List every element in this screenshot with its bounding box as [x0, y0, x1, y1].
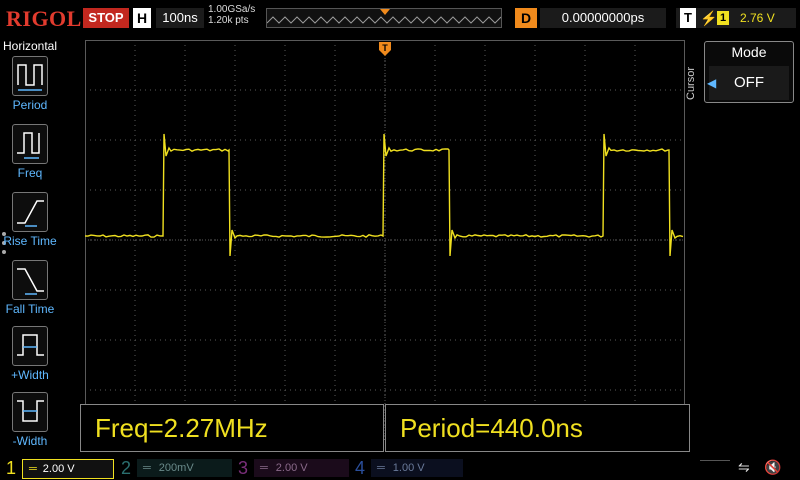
cursor-mode-value[interactable]: OFF — [709, 66, 789, 100]
run-stop-indicator[interactable]: STOP — [83, 8, 129, 28]
horizontal-measure-menu: Horizontal Period Freq Rise Time Fall Ti… — [0, 36, 60, 456]
sound-muted-icon[interactable]: 🔇 — [764, 459, 781, 476]
measurement-period: Period=440.0ns — [385, 404, 690, 452]
channel-1-scale-text: 2.00 V — [42, 463, 75, 475]
measurement-period-text: Period=440.0ns — [400, 413, 583, 443]
measurement-freq-text: Freq=2.27MHz — [95, 413, 268, 443]
menu-label-positive-width: +Width — [11, 368, 49, 382]
trigger-position-marker: T — [379, 42, 391, 56]
dc-coupling-icon: ═ — [260, 462, 268, 474]
menu-label-period: Period — [12, 98, 48, 112]
trigger-badge: T — [680, 8, 696, 28]
fall-time-icon — [12, 260, 48, 300]
graticule — [85, 40, 685, 440]
horizontal-badge: H — [133, 8, 151, 28]
cursor-mode-title: Mode — [731, 44, 767, 60]
brand-logo: RIGOL — [6, 6, 82, 31]
channel-4-scale: ═ 1.00 V — [371, 459, 463, 477]
menu-label-freq: Freq — [17, 166, 43, 180]
rise-time-icon — [12, 192, 48, 232]
measurement-freq: Freq=2.27MHz — [80, 404, 384, 452]
menu-item-period[interactable]: Period — [0, 56, 60, 122]
ch1-waveform — [84, 133, 684, 257]
menu-item-freq[interactable]: Freq — [0, 124, 60, 190]
rising-edge-icon: ⚡ — [700, 10, 718, 26]
delay-badge: D — [515, 8, 537, 28]
sample-rate: 1.00GSa/s — [208, 4, 256, 15]
dc-coupling-icon: ═ — [29, 463, 37, 475]
channel-4-number: 4 — [354, 458, 365, 478]
channel-bar: 1 ═ 2.00 V 2 ═ 200mV 3 ═ 2.00 V 4 ═ 1.00 V ⇋… — [0, 456, 800, 480]
acquisition-info: 1.00GSa/s 1.20k pts — [208, 4, 264, 26]
trigger-position-label: T — [382, 43, 388, 53]
status-bar: RIGOL STOP H 100ns 1.00GSa/s 1.20k pts D… — [0, 0, 800, 36]
timebase-value[interactable]: 100ns — [156, 8, 204, 28]
channel-3-scale-text: 2.00 V — [275, 462, 308, 474]
menu-item-negative-width[interactable]: -Width — [0, 392, 60, 458]
waveform-canvas: T 1 — [67, 40, 699, 440]
menu-label-rise-time: Rise Time — [3, 234, 57, 248]
channel-2-scale-text: 200mV — [158, 462, 194, 474]
dc-coupling-icon: ═ — [377, 462, 385, 474]
channel-1-number: 1 — [5, 458, 16, 478]
channel-3-number: 3 — [237, 458, 248, 478]
cursor-section-text: Cursor — [685, 67, 697, 100]
left-arrow-icon: ◀ — [707, 76, 717, 90]
cursor-mode-control[interactable]: Mode OFF ◀ — [704, 41, 794, 103]
channel-2-scale: ═ 200mV — [137, 459, 232, 477]
menu-item-fall-time[interactable]: Fall Time — [0, 260, 60, 326]
channel-4-scale-text: 1.00 V — [392, 462, 425, 474]
usb-icon: ⇋ — [738, 459, 750, 475]
dc-coupling-icon: ═ — [143, 462, 151, 474]
horizontal-delay-value[interactable]: 0.00000000ps — [540, 8, 666, 28]
channel-3-scale: ═ 2.00 V — [254, 459, 349, 477]
channel-1-scale: ═ 2.00 V — [22, 459, 114, 479]
channel-2-number: 2 — [120, 458, 131, 478]
menu-label-negative-width: -Width — [12, 434, 48, 448]
memory-overview — [266, 8, 502, 28]
menu-label-fall-time: Fall Time — [5, 302, 55, 316]
trigger-source: 1 — [717, 11, 729, 25]
menu-item-rise-time[interactable]: Rise Time — [0, 192, 60, 258]
waveform-display[interactable]: T 1 — [67, 40, 699, 440]
navigation-strip — [700, 460, 730, 477]
trigger-level: 2.76 V — [740, 11, 775, 25]
negative-width-icon — [12, 392, 48, 432]
menu-title: Horizontal — [2, 39, 58, 53]
positive-width-icon — [12, 326, 48, 366]
period-icon — [12, 56, 48, 96]
memory-trigger-marker — [380, 9, 390, 15]
memory-depth: 1.20k pts — [208, 15, 249, 26]
frequency-icon — [12, 124, 48, 164]
menu-item-positive-width[interactable]: +Width — [0, 326, 60, 392]
memory-overview-wave — [267, 9, 501, 24]
